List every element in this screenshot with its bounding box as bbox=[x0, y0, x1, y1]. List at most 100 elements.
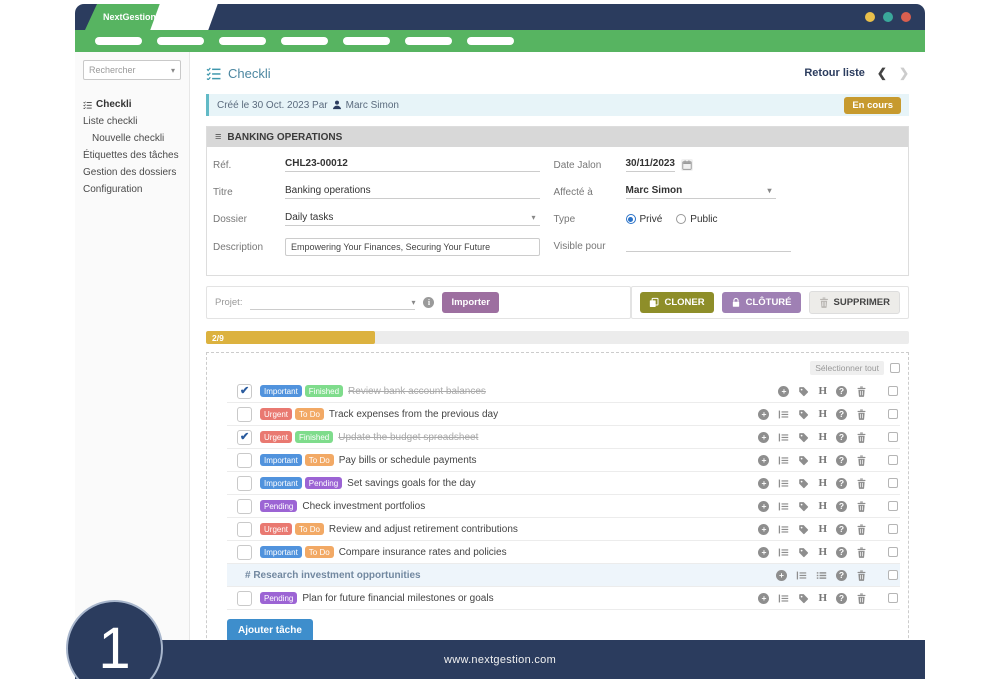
add-subtask-icon[interactable]: + bbox=[758, 547, 769, 558]
row-select-checkbox[interactable] bbox=[888, 386, 898, 396]
row-select-checkbox[interactable] bbox=[888, 501, 898, 511]
task-checkbox[interactable] bbox=[237, 499, 252, 514]
affecte-select[interactable]: Marc Simon ▾ bbox=[626, 185, 776, 199]
trash-icon[interactable] bbox=[856, 409, 867, 420]
add-task-button[interactable]: Ajouter tâche bbox=[227, 619, 313, 640]
task-checkbox[interactable] bbox=[237, 407, 252, 422]
help-icon[interactable]: ? bbox=[836, 593, 847, 604]
subtask-list-icon[interactable] bbox=[778, 501, 789, 512]
help-icon[interactable]: ? bbox=[836, 524, 847, 535]
window-dot-red-icon[interactable] bbox=[901, 12, 911, 22]
add-subtask-icon[interactable]: + bbox=[776, 570, 787, 581]
trash-icon[interactable] bbox=[856, 386, 867, 397]
subtask-list-icon[interactable] bbox=[778, 478, 789, 489]
ref-field[interactable]: CHL23-00012 bbox=[285, 158, 540, 172]
tag-icon[interactable] bbox=[798, 478, 809, 489]
description-field[interactable]: Empowering Your Finances, Securing Your … bbox=[285, 238, 540, 256]
radio-public[interactable]: Public bbox=[676, 214, 717, 225]
tag-icon[interactable] bbox=[798, 501, 809, 512]
heading-icon[interactable]: H bbox=[818, 524, 827, 535]
subtask-list-icon[interactable] bbox=[778, 593, 789, 604]
help-icon[interactable]: ? bbox=[836, 478, 847, 489]
nav-item-pill[interactable] bbox=[219, 37, 266, 45]
heading-icon[interactable]: H bbox=[818, 593, 827, 604]
row-select-checkbox[interactable] bbox=[888, 455, 898, 465]
nav-item-pill[interactable] bbox=[467, 37, 514, 45]
add-subtask-icon[interactable]: + bbox=[758, 478, 769, 489]
add-subtask-icon[interactable]: + bbox=[778, 386, 789, 397]
section-header[interactable]: ≡ BANKING OPERATIONS bbox=[207, 127, 908, 147]
help-icon[interactable]: ? bbox=[836, 409, 847, 420]
nav-item-pill[interactable] bbox=[343, 37, 390, 45]
row-select-checkbox[interactable] bbox=[888, 432, 898, 442]
tag-icon[interactable] bbox=[798, 432, 809, 443]
row-select-checkbox[interactable] bbox=[888, 478, 898, 488]
help-icon[interactable]: ? bbox=[836, 570, 847, 581]
trash-icon[interactable] bbox=[856, 547, 867, 558]
search-input[interactable]: Rechercher ▾ bbox=[83, 60, 181, 80]
tag-icon[interactable] bbox=[798, 386, 809, 397]
subtask-list-icon[interactable] bbox=[778, 409, 789, 420]
tag-icon[interactable] bbox=[798, 593, 809, 604]
info-icon[interactable]: i bbox=[423, 297, 434, 308]
sidebar-item-etiquettes[interactable]: Étiquettes des tâches bbox=[83, 147, 181, 164]
heading-icon[interactable]: H bbox=[818, 386, 827, 397]
heading-icon[interactable]: H bbox=[818, 409, 827, 420]
cloture-button[interactable]: CLÔTURÉ bbox=[722, 292, 801, 313]
sidebar-item-configuration[interactable]: Configuration bbox=[83, 181, 181, 198]
sidebar-item-liste-checkli[interactable]: Liste checkli bbox=[83, 113, 181, 130]
tag-icon[interactable] bbox=[798, 547, 809, 558]
row-select-checkbox[interactable] bbox=[888, 409, 898, 419]
trash-icon[interactable] bbox=[856, 455, 867, 466]
task-checkbox[interactable] bbox=[237, 430, 252, 445]
titre-field[interactable]: Banking operations bbox=[285, 185, 540, 199]
help-icon[interactable]: ? bbox=[836, 501, 847, 512]
subtask-list-icon[interactable] bbox=[778, 455, 789, 466]
task-checkbox[interactable] bbox=[237, 384, 252, 399]
add-subtask-icon[interactable]: + bbox=[758, 593, 769, 604]
heading-icon[interactable]: H bbox=[818, 501, 827, 512]
help-icon[interactable]: ? bbox=[836, 386, 847, 397]
heading-icon[interactable]: H bbox=[818, 547, 827, 558]
trash-icon[interactable] bbox=[856, 478, 867, 489]
heading-icon[interactable]: H bbox=[818, 478, 827, 489]
subtask-list-icon[interactable] bbox=[796, 570, 807, 581]
supprimer-button[interactable]: SUPPRIMER bbox=[809, 291, 900, 314]
help-icon[interactable]: ? bbox=[836, 432, 847, 443]
visible-pour-field[interactable] bbox=[626, 240, 791, 252]
tag-icon[interactable] bbox=[798, 524, 809, 535]
task-checkbox[interactable] bbox=[237, 545, 252, 560]
trash-icon[interactable] bbox=[856, 593, 867, 604]
row-select-checkbox[interactable] bbox=[888, 547, 898, 557]
trash-icon[interactable] bbox=[856, 570, 867, 581]
row-select-checkbox[interactable] bbox=[888, 570, 898, 580]
tag-icon[interactable] bbox=[798, 455, 809, 466]
trash-icon[interactable] bbox=[856, 432, 867, 443]
back-to-list-link[interactable]: Retour liste bbox=[804, 67, 865, 79]
nav-item-pill[interactable] bbox=[95, 37, 142, 45]
chevron-right-icon[interactable]: ❯ bbox=[899, 66, 909, 80]
sidebar-item-nouvelle-checkli[interactable]: Nouvelle checkli bbox=[83, 130, 181, 147]
help-icon[interactable]: ? bbox=[836, 455, 847, 466]
help-icon[interactable]: ? bbox=[836, 547, 847, 558]
date-jalon-field[interactable]: 30/11/2023 bbox=[626, 158, 676, 172]
chevron-left-icon[interactable]: ❮ bbox=[877, 66, 887, 80]
heading-icon[interactable]: H bbox=[818, 455, 827, 466]
secondary-tab[interactable] bbox=[150, 4, 217, 30]
add-subtask-icon[interactable]: + bbox=[758, 524, 769, 535]
task-checkbox[interactable] bbox=[237, 453, 252, 468]
sidebar-item-checkli[interactable]: Checkli bbox=[83, 96, 181, 113]
window-dot-teal-icon[interactable] bbox=[883, 12, 893, 22]
tag-icon[interactable] bbox=[798, 409, 809, 420]
calendar-icon[interactable] bbox=[681, 159, 693, 171]
row-select-checkbox[interactable] bbox=[888, 593, 898, 603]
subtask-list-icon[interactable] bbox=[778, 547, 789, 558]
task-checkbox[interactable] bbox=[237, 522, 252, 537]
sidebar-item-gestion-dossiers[interactable]: Gestion des dossiers bbox=[83, 164, 181, 181]
nav-item-pill[interactable] bbox=[281, 37, 328, 45]
trash-icon[interactable] bbox=[856, 501, 867, 512]
dossier-select[interactable]: Daily tasks ▾ bbox=[285, 212, 540, 226]
task-checkbox[interactable] bbox=[237, 591, 252, 606]
task-checkbox[interactable] bbox=[237, 476, 252, 491]
add-subtask-icon[interactable]: + bbox=[758, 409, 769, 420]
